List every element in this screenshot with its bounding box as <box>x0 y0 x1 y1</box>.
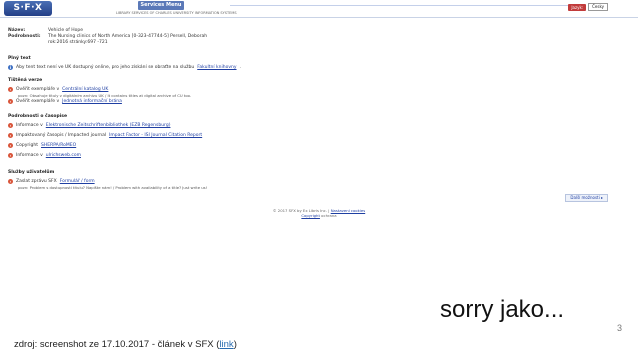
sfx-footer: © 2017 SFX by Ex Libris Inc. | Nastavení… <box>0 208 638 218</box>
go-icon[interactable]: › <box>8 143 13 148</box>
slide-caption: sorry jako... <box>440 296 565 323</box>
footer-privacy: ochrana <box>321 213 337 218</box>
source-link[interactable]: link <box>219 339 233 350</box>
sfx-screenshot: S·F·X Services Menu LIBRARY SERVICES OF … <box>0 0 638 228</box>
row-text: Aby tent text není ve UK dostupný online… <box>16 65 195 70</box>
section-heading: Tištěná verze <box>8 78 43 83</box>
sherpa-link[interactable]: SHERPA/RoMEO <box>41 142 76 149</box>
row-text: Informace v <box>16 153 43 158</box>
library-link[interactable]: Fakultní knihovny <box>197 64 236 71</box>
go-icon[interactable]: › <box>8 123 13 128</box>
more-options-button[interactable]: Další možnosti ▸ <box>565 194 608 202</box>
go-icon[interactable]: › <box>8 99 13 104</box>
list-item: › Informace v Elektronische Zeitschrifte… <box>8 122 202 129</box>
report-form-link[interactable]: Formulář / form <box>60 178 95 185</box>
language-switcher[interactable]: Jazyk: Česky <box>568 3 608 11</box>
impact-factor-link[interactable]: Impact Factor - ISI Journal Citation Rep… <box>109 132 202 139</box>
info-icon: i <box>8 65 13 70</box>
row-text: Ověřit exempláře v <box>16 99 60 104</box>
row-text: Ověřit exempláře v <box>16 87 60 92</box>
go-icon[interactable]: › <box>8 87 13 92</box>
banner-divider <box>230 5 570 6</box>
catalog-link[interactable]: Centrální katalog UK <box>62 86 108 93</box>
list-item: › Impaktovaný časopis / Impacted journal… <box>8 132 202 139</box>
section-heading: Podrobnosti o časopise <box>8 114 68 119</box>
row-text: Zaslat zprávu SFX <box>16 179 57 184</box>
details-value-2: rok:2016 stránky:697 -721 <box>48 40 108 45</box>
page-number: 3 <box>617 323 623 333</box>
sfx-logo: S·F·X <box>4 1 52 16</box>
source-suffix: ) <box>233 339 237 350</box>
copyright-link[interactable]: Copyright <box>301 213 320 218</box>
row-text: Impaktovaný časopis / Impacted journal <box>16 133 107 138</box>
go-icon[interactable]: › <box>8 153 13 158</box>
banner-title: Services Menu <box>138 1 184 10</box>
row-text: Informace v <box>16 123 43 128</box>
ulrichs-link[interactable]: ulrichsweb.com <box>46 152 81 159</box>
sfx-banner: S·F·X Services Menu LIBRARY SERVICES OF … <box>0 0 638 18</box>
source-text: zdroj: screenshot ze 17.10.2017 - článek… <box>14 339 220 350</box>
citation-meta: Název: Vehicle of Hope Podrobnosti: The Nu… <box>8 28 207 46</box>
go-icon[interactable]: › <box>8 133 13 138</box>
language-select[interactable]: Česky <box>588 3 608 11</box>
list-item: › Ověřit exempláře v Centrální katalog U… <box>8 86 191 93</box>
gateway-link[interactable]: Jednotná informační brána <box>62 98 122 105</box>
list-item: › Copyright SHERPA/RoMEO <box>8 142 202 149</box>
section-services: Služby uživatelům › Zaslat zprávu SFX Fo… <box>8 170 207 190</box>
slide-source: zdroj: screenshot ze 17.10.2017 - článek… <box>14 339 237 350</box>
banner-text: Services Menu LIBRARY SERVICES OF CHARLE… <box>56 0 237 18</box>
list-item: › Informace v ulrichsweb.com <box>8 152 202 159</box>
section-heading: Plný text <box>8 56 31 61</box>
row-text: Copyright <box>16 143 38 148</box>
list-item: i Aby tent text není ve UK dostupný onli… <box>8 64 241 71</box>
section-heading: Služby uživatelům <box>8 170 55 175</box>
section-print: Tištěná verze › Ověřit exempláře v Centr… <box>8 78 191 105</box>
banner-subtitle: LIBRARY SERVICES OF CHARLES UNIVERSITY I… <box>116 11 237 15</box>
list-item: › Zaslat zprávu SFX Formulář / form <box>8 178 207 185</box>
language-label: Jazyk: <box>568 3 587 11</box>
go-icon[interactable]: › <box>8 179 13 184</box>
section-about: Podrobnosti o časopise › Informace v Ele… <box>8 114 202 159</box>
section-fulltext: Plný text i Aby tent text není ve UK dos… <box>8 56 241 71</box>
row-suffix: . <box>239 65 241 70</box>
list-item: › Ověřit exempláře v Jednotná informační… <box>8 98 191 105</box>
row-note: pozn: Problem s dostupností titulu? Napi… <box>18 185 208 190</box>
ezb-link[interactable]: Elektronische Zeitschriftenbibliothek (E… <box>46 122 171 129</box>
